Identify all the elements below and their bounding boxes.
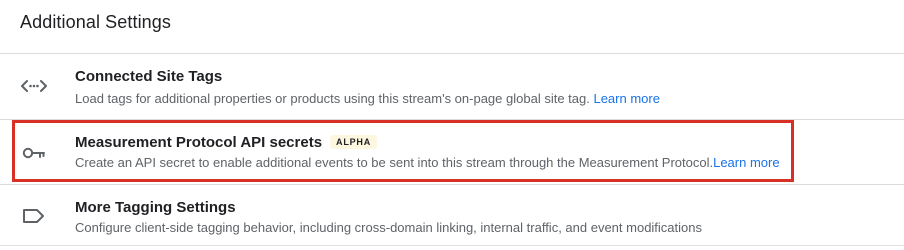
code-tag-icon — [20, 74, 48, 98]
row-title: Measurement Protocol API secrets ALPHA — [75, 134, 378, 151]
learn-more-link[interactable]: Learn more — [713, 155, 779, 170]
row-description: Load tags for additional properties or p… — [75, 91, 660, 106]
key-icon — [20, 141, 48, 165]
row-title: Connected Site Tags — [75, 68, 223, 85]
row-title-text: Measurement Protocol API secrets — [75, 134, 323, 151]
divider — [0, 245, 904, 246]
row-description: Create an API secret to enable additiona… — [75, 155, 780, 170]
section-title: Additional Settings — [20, 12, 171, 32]
settings-row-more-tagging-settings[interactable]: More Tagging Settings Configure client-s… — [0, 185, 904, 245]
settings-row-measurement-protocol[interactable]: Measurement Protocol API secrets ALPHA Cr… — [0, 120, 904, 184]
row-title: More Tagging Settings — [75, 199, 236, 216]
row-description-text: Load tags for additional properties or p… — [75, 91, 590, 106]
learn-more-link[interactable]: Learn more — [593, 91, 659, 106]
alpha-badge: ALPHA — [330, 135, 378, 149]
row-description-text: Create an API secret to enable additiona… — [75, 155, 714, 170]
label-tag-icon — [20, 204, 48, 228]
row-description: Configure client-side tagging behavior, … — [75, 220, 702, 235]
settings-row-connected-site-tags[interactable]: Connected Site Tags Load tags for additi… — [0, 54, 904, 119]
